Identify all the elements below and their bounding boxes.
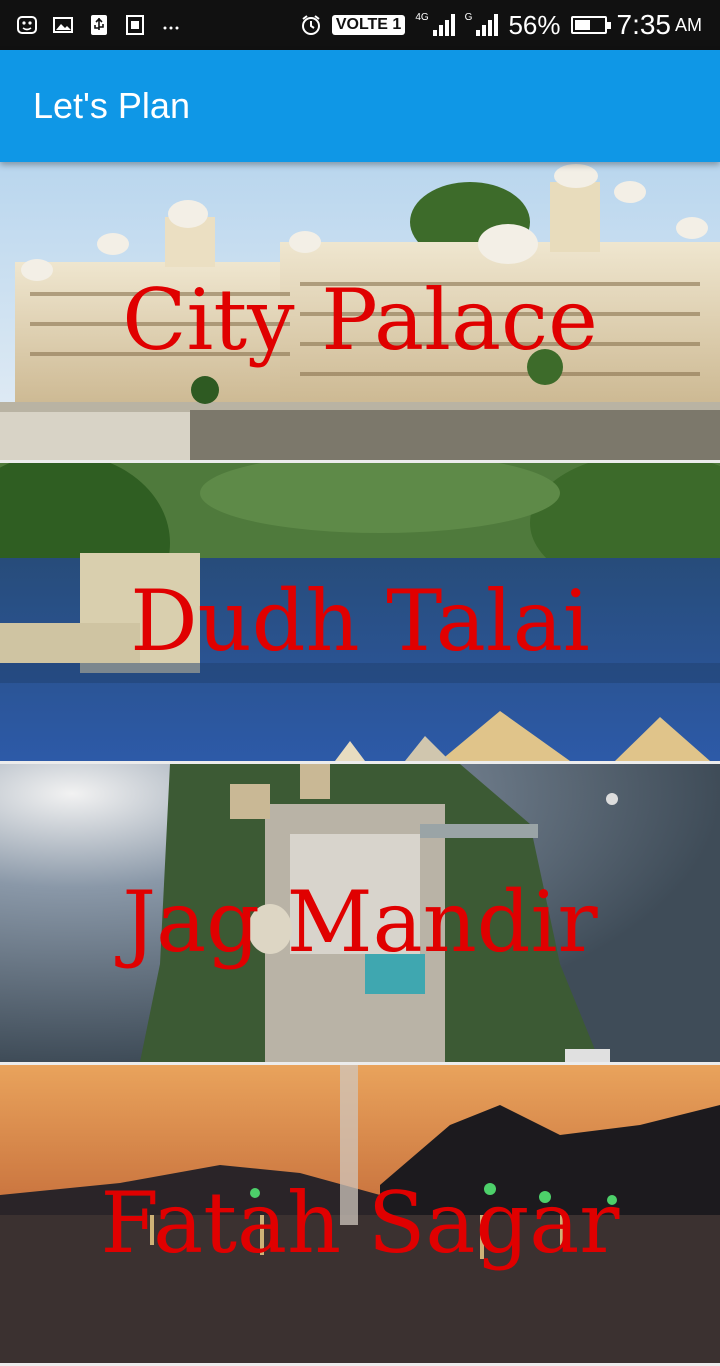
clock-ampm: AM <box>675 14 702 35</box>
place-card-dudh-talai[interactable]: Dudh Talai <box>0 463 720 761</box>
battery-icon <box>570 16 611 34</box>
signal-1-icon <box>432 14 455 36</box>
app-bar: Let's Plan <box>0 50 720 162</box>
status-bar: VOLTE 1 4G G 56% 7:35 AM <box>0 0 720 50</box>
battery-percent: 56% <box>508 9 561 40</box>
place-list[interactable]: City Palace Dudh Talai Jag Mandir Fatah … <box>0 162 720 1366</box>
place-card-jag-mandir[interactable]: Jag Mandir <box>0 764 720 1062</box>
image-icon <box>53 17 73 33</box>
place-name: Fatah Sagar <box>100 1174 620 1272</box>
usb-icon <box>91 15 107 35</box>
place-card-city-palace[interactable]: City Palace <box>0 162 720 460</box>
place-name: Dudh Talai <box>130 572 590 670</box>
network-type-2: G <box>464 11 473 23</box>
more-icon <box>163 26 179 30</box>
alarm-icon <box>301 15 320 35</box>
clock-time: 7:35 <box>616 9 672 40</box>
volte-badge: VOLTE 1 <box>331 15 406 35</box>
battery-level <box>574 20 591 30</box>
face-notification-icon <box>17 16 37 34</box>
place-card-fatah-sagar[interactable]: Fatah Sagar <box>0 1065 720 1363</box>
place-name: City Palace <box>122 271 598 369</box>
app-title: Let's Plan <box>33 85 190 126</box>
network-type-1: 4G <box>415 11 429 23</box>
usb-debug-icon <box>126 15 144 35</box>
place-name: Jag Mandir <box>122 873 598 971</box>
signal-2-icon <box>476 14 499 36</box>
